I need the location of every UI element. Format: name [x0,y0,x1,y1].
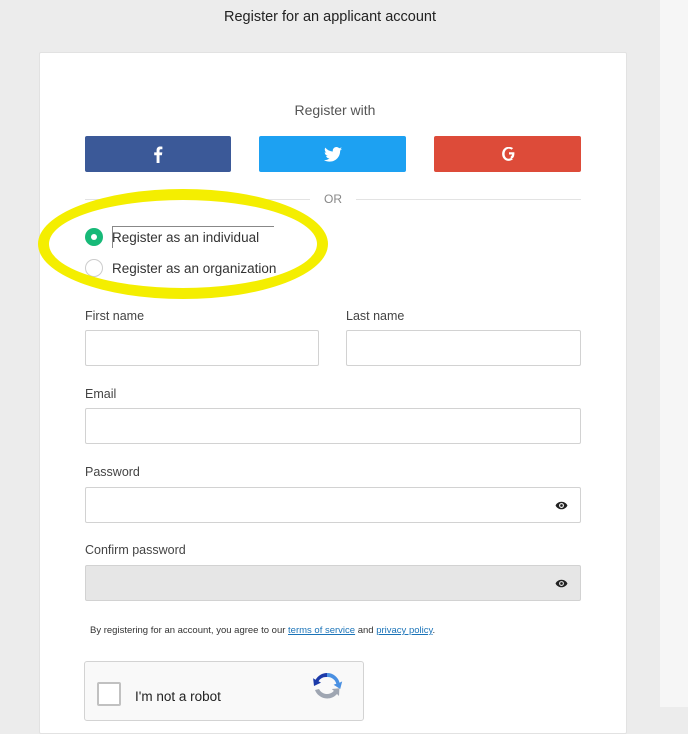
terms-middle: and [355,625,377,636]
recaptcha-widget: I'm not a robot [84,661,364,721]
recaptcha-checkbox[interactable] [97,682,121,706]
eye-icon[interactable] [555,577,568,590]
eye-icon[interactable] [555,499,568,512]
terms-suffix: . [432,625,436,636]
terms-prefix: By registering for an account, you agree… [90,625,289,636]
divider-line-left [85,199,310,200]
password-label: Password [85,465,140,479]
last-name-input[interactable] [346,330,581,366]
google-register-button[interactable] [434,136,581,172]
radio-organization-label: Register as an organization [112,260,277,276]
confirm-password-input[interactable] [85,565,581,601]
first-name-input[interactable] [85,330,319,366]
privacy-policy-link[interactable]: privacy policy [376,625,432,636]
divider-line-right [356,199,581,200]
radio-selected-icon [85,228,103,246]
page-title: Register for an applicant account [224,9,436,25]
google-icon [501,147,514,161]
register-with-heading: Register with [294,102,376,118]
first-name-label: First name [85,309,145,323]
facebook-icon [154,146,163,163]
or-divider-text: OR [324,192,342,206]
terms-of-service-link[interactable]: terms of service [288,625,355,636]
recaptcha-label: I'm not a robot [135,689,221,704]
email-label: Email [85,387,117,401]
radio-individual-label: Register as an individual [112,229,260,245]
radio-organization[interactable]: Register as an organization [85,259,276,277]
confirm-password-label: Confirm password [85,543,186,557]
facebook-register-button[interactable] [85,136,231,172]
last-name-label: Last name [346,309,405,323]
radio-individual[interactable]: Register as an individual [85,228,259,246]
twitter-icon [323,146,342,162]
recaptcha-logo-icon [313,673,343,699]
twitter-register-button[interactable] [259,136,406,172]
email-input[interactable] [85,408,581,444]
password-input[interactable] [85,487,581,523]
terms-text: By registering for an account, you agree… [90,625,435,636]
radio-unselected-icon [85,259,103,277]
